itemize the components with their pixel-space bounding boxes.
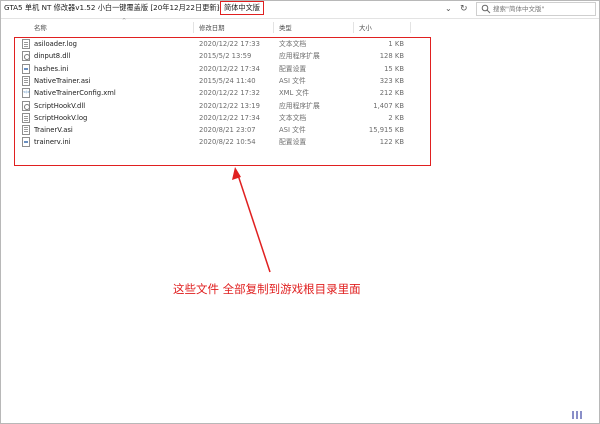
file-size: 122 KB bbox=[379, 138, 404, 147]
column-header-size[interactable]: 大小 bbox=[359, 24, 372, 33]
file-size: 323 KB bbox=[379, 76, 404, 85]
file-row[interactable]: ScriptHookV.log 2020/12/22 17:34 文本文档 2 … bbox=[0, 112, 440, 124]
file-name: ScriptHookV.log bbox=[34, 113, 88, 122]
file-size: 2 KB bbox=[388, 113, 404, 122]
dropdown-chevron-icon[interactable]: ⌄ bbox=[445, 3, 452, 15]
file-type: 应用程序扩展 bbox=[279, 101, 320, 110]
search-icon bbox=[481, 4, 491, 14]
text-file-icon bbox=[22, 112, 30, 123]
file-row[interactable]: trainerv.ini 2020/8/22 10:54 配置设置 122 KB bbox=[0, 136, 440, 148]
file-row[interactable]: TrainerV.asi 2020/8/21 23:07 ASI 文件 15,9… bbox=[0, 124, 440, 136]
search-placeholder: 搜索"简体中文版" bbox=[493, 5, 545, 13]
sort-arrow-icon: ^ bbox=[122, 18, 127, 24]
file-date: 2020/12/22 17:33 bbox=[199, 40, 260, 48]
file-name: TrainerV.asi bbox=[34, 126, 73, 135]
file-type: ASI 文件 bbox=[279, 126, 306, 135]
file-row[interactable]: NativeTrainerConfig.xml 2020/12/22 17:32… bbox=[0, 87, 440, 99]
breadcrumb-current-folder[interactable]: 简体中文版 bbox=[220, 1, 264, 15]
file-row[interactable]: asiloader.log 2020/12/22 17:33 文本文档 1 KB bbox=[0, 38, 440, 50]
address-bar-controls: ⌄ ↻ bbox=[443, 2, 473, 16]
annotation-text: 这些文件 全部复制到游戏根目录里面 bbox=[173, 282, 361, 296]
column-header-type[interactable]: 类型 bbox=[279, 24, 292, 33]
search-input[interactable]: 搜索"简体中文版" bbox=[476, 2, 596, 16]
file-date: 2020/8/21 23:07 bbox=[199, 126, 256, 135]
file-size: 15,915 KB bbox=[368, 126, 404, 135]
file-name: NativeTrainer.asi bbox=[34, 76, 91, 85]
breadcrumb-parent-folder[interactable]: GTA5 单机 NT 修改器v1.52 小白一键覆盖版 [20年12月22日更新… bbox=[4, 3, 219, 13]
text-file-icon bbox=[22, 39, 30, 49]
file-size: 1 KB bbox=[388, 40, 404, 48]
column-divider[interactable] bbox=[193, 22, 194, 33]
file-row[interactable]: dinput8.dll 2015/5/2 13:59 应用程序扩展 128 KB bbox=[0, 50, 440, 62]
asi-file-icon bbox=[22, 75, 30, 86]
file-date: 2015/5/2 13:59 bbox=[199, 52, 252, 61]
asi-file-icon bbox=[22, 125, 30, 136]
file-row[interactable]: hashes.ini 2020/12/22 17:34 配置设置 15 KB bbox=[0, 63, 440, 75]
refresh-icon[interactable]: ↻ bbox=[460, 3, 468, 15]
file-type: 配置设置 bbox=[279, 138, 307, 147]
file-name: NativeTrainerConfig.xml bbox=[34, 89, 116, 98]
file-type: 应用程序扩展 bbox=[279, 52, 320, 61]
xml-file-icon bbox=[22, 88, 30, 99]
file-name: dinput8.dll bbox=[34, 52, 71, 61]
column-header-name[interactable]: 名称 bbox=[34, 24, 47, 33]
column-header-date[interactable]: 修改日期 bbox=[199, 24, 225, 33]
file-type: ASI 文件 bbox=[279, 76, 306, 85]
file-name: asiloader.log bbox=[34, 40, 77, 48]
file-size: 128 KB bbox=[379, 52, 404, 61]
file-name: ScriptHookV.dll bbox=[34, 101, 86, 110]
file-type: 文本文档 bbox=[279, 113, 307, 122]
file-type: 配置设置 bbox=[279, 64, 307, 73]
file-name: hashes.ini bbox=[34, 64, 69, 73]
file-size: 15 KB bbox=[384, 64, 404, 73]
column-divider[interactable] bbox=[273, 22, 274, 33]
file-row[interactable]: NativeTrainer.asi 2015/5/24 11:40 ASI 文件… bbox=[0, 75, 440, 87]
dll-file-icon bbox=[22, 100, 30, 111]
config-file-icon bbox=[22, 63, 30, 74]
dll-file-icon bbox=[22, 51, 30, 62]
file-date: 2020/12/22 17:34 bbox=[199, 113, 260, 122]
file-date: 2020/8/22 10:54 bbox=[199, 138, 256, 147]
config-file-icon bbox=[22, 137, 30, 148]
file-type: XML 文件 bbox=[279, 89, 310, 98]
file-type: 文本文档 bbox=[279, 40, 307, 48]
address-bar: GTA5 单机 NT 修改器v1.52 小白一键覆盖版 [20年12月22日更新… bbox=[0, 0, 600, 19]
resize-grip-icon[interactable] bbox=[571, 410, 583, 420]
file-date: 2015/5/24 11:40 bbox=[199, 76, 256, 85]
file-date: 2020/12/22 17:34 bbox=[199, 64, 260, 73]
file-row[interactable]: ScriptHookV.dll 2020/12/22 13:19 应用程序扩展 … bbox=[0, 100, 440, 112]
file-date: 2020/12/22 13:19 bbox=[199, 101, 260, 110]
file-size: 212 KB bbox=[379, 89, 404, 98]
column-divider[interactable] bbox=[353, 22, 354, 33]
file-size: 1,407 KB bbox=[373, 101, 404, 110]
column-divider[interactable] bbox=[410, 22, 411, 33]
file-name: trainerv.ini bbox=[34, 138, 71, 147]
file-date: 2020/12/22 17:32 bbox=[199, 89, 260, 98]
